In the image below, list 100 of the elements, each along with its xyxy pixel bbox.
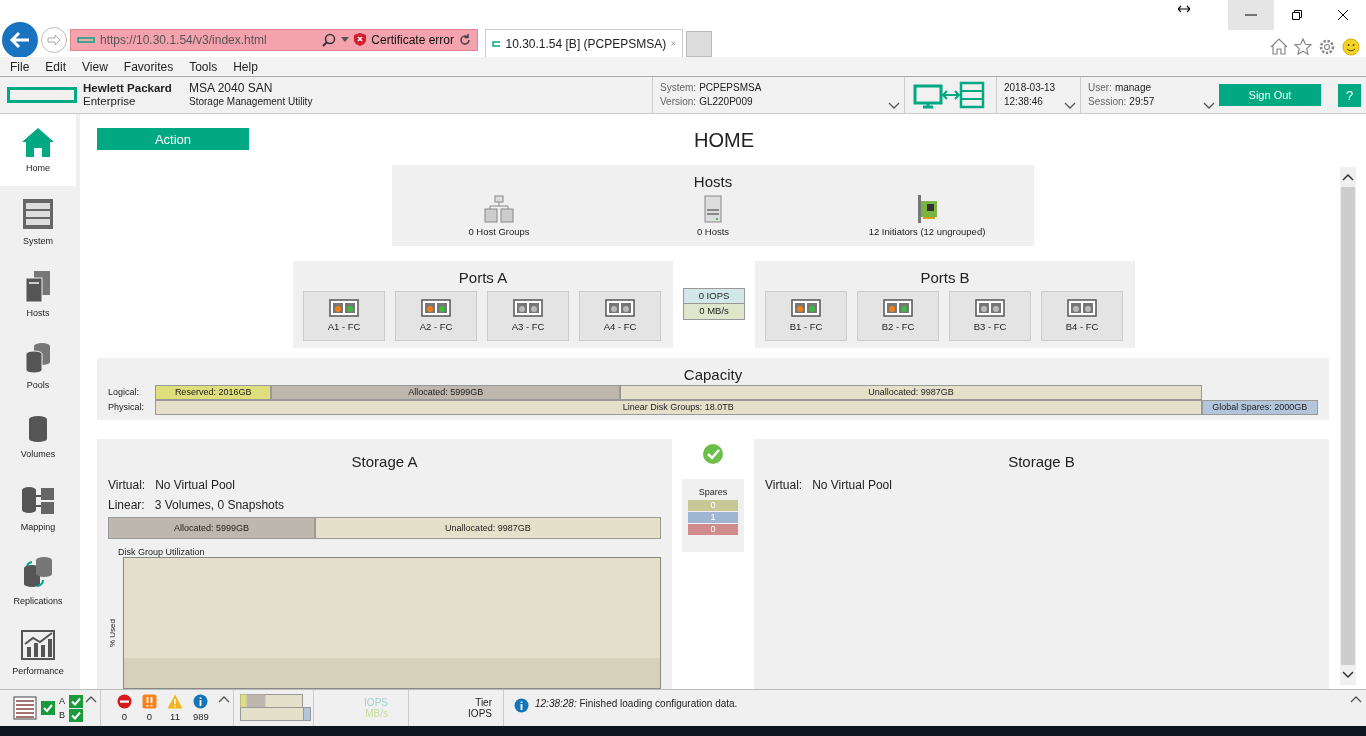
alert-count: 0 bbox=[146, 711, 153, 722]
sidebar-item[interactable]: Home bbox=[0, 114, 76, 186]
port-label: B3 - FC bbox=[973, 321, 1007, 333]
tab-title: 10.30.1.54 [B] (PCPEPSMSA) bbox=[505, 36, 667, 51]
storage-label: Virtual: bbox=[765, 478, 803, 492]
port-label: B4 - FC bbox=[1065, 321, 1099, 333]
sidebar-item[interactable]: Mapping bbox=[0, 473, 76, 546]
port-tile[interactable]: B4 - FC bbox=[1041, 290, 1123, 341]
browser-tab[interactable]: 10.30.1.54 [B] (PCPEPSMSA) bbox=[485, 29, 683, 57]
panel-title: Ports A bbox=[457, 268, 509, 286]
info-icon bbox=[514, 698, 529, 713]
shield-error-icon bbox=[354, 33, 367, 46]
storage-label: Virtual: bbox=[108, 478, 146, 492]
hosts-count[interactable]: 0 Host Groups bbox=[468, 226, 530, 237]
spares-title: Spares bbox=[698, 487, 728, 497]
smiley-icon[interactable] bbox=[1342, 38, 1360, 56]
dropdown-icon[interactable] bbox=[341, 37, 350, 42]
sidebar-item[interactable]: Pools bbox=[0, 329, 76, 402]
panel-title: Hosts bbox=[692, 173, 734, 190]
port-label: B1 - FC bbox=[789, 321, 823, 333]
version-value: GL220P009 bbox=[699, 95, 753, 109]
chevron-down-icon[interactable] bbox=[888, 102, 900, 109]
host-storage-connection-icon bbox=[913, 81, 985, 109]
sidebar-label: Performance bbox=[12, 666, 64, 677]
home-icon bbox=[21, 126, 55, 157]
server-tower-icon bbox=[25, 269, 51, 302]
user-value: manage bbox=[1114, 81, 1152, 95]
hosts-count[interactable]: 12 Initiators (12 ungrouped) bbox=[868, 226, 986, 237]
port-tile[interactable]: B2 - FC bbox=[857, 290, 939, 341]
capacity-mini-drawing[interactable] bbox=[240, 694, 312, 722]
port-tile[interactable]: A2 - FC bbox=[395, 290, 477, 341]
info-icon[interactable] bbox=[193, 694, 209, 709]
session-value: 29:57 bbox=[1129, 95, 1155, 109]
menu-item[interactable]: File bbox=[10, 59, 30, 74]
server-icon[interactable] bbox=[704, 195, 722, 223]
version-label: Version: bbox=[660, 95, 697, 109]
tier-iops-label: IOPS bbox=[468, 708, 492, 719]
capacity-segment[interactable]: Reserved: 2016GB bbox=[155, 384, 272, 400]
panel-title: Storage A bbox=[350, 453, 419, 470]
address-bar[interactable]: https://10.30.1.54/v3/index.html Certificate error bbox=[70, 28, 478, 51]
menu-item[interactable]: Edit bbox=[45, 59, 67, 74]
back-button[interactable] bbox=[2, 21, 38, 58]
tier-label: Tier bbox=[475, 697, 492, 708]
sidebar-item[interactable]: Hosts bbox=[0, 257, 76, 330]
brand-name: Enterprise bbox=[83, 95, 137, 108]
chart-title: Disk Group Utilization bbox=[118, 547, 206, 557]
capacity-segment[interactable]: Allocated: 5999GB bbox=[108, 517, 315, 539]
sidebar-item[interactable]: Volumes bbox=[0, 401, 76, 474]
search-icon[interactable] bbox=[322, 32, 337, 47]
menu-item[interactable]: View bbox=[82, 59, 108, 74]
sidebar-item[interactable]: System bbox=[0, 185, 76, 258]
scroll-up-icon[interactable] bbox=[1342, 173, 1354, 181]
chevron-down-icon[interactable] bbox=[1203, 102, 1215, 109]
port-tile[interactable]: B1 - FC bbox=[765, 290, 847, 341]
sidebar-item[interactable]: Performance bbox=[0, 617, 76, 689]
page-title: HOME bbox=[694, 129, 754, 152]
port-label: A3 - FC bbox=[511, 321, 545, 333]
capacity-segment[interactable]: Unallocated: 9987GB bbox=[620, 384, 1202, 400]
star-icon[interactable] bbox=[1294, 38, 1312, 55]
port-tile[interactable]: A1 - FC bbox=[303, 290, 385, 341]
settings-icon[interactable] bbox=[1318, 38, 1336, 56]
time-text: 12:38:46 bbox=[1004, 95, 1043, 109]
chevron-down-icon[interactable] bbox=[1064, 102, 1076, 109]
system-info-panel[interactable]: System: PCPEPSMSA Version: GL220P009 bbox=[652, 77, 904, 113]
network-card-icon[interactable] bbox=[916, 195, 938, 223]
scroll-down-icon[interactable] bbox=[1342, 671, 1354, 679]
port-tile[interactable]: A3 - FC bbox=[487, 290, 569, 341]
panel-title: Capacity bbox=[682, 365, 744, 383]
enclosure-icon[interactable] bbox=[13, 696, 37, 720]
date-time-panel[interactable]: 2018-03-13 12:38:46 bbox=[996, 77, 1080, 113]
home-icon[interactable] bbox=[1270, 38, 1288, 55]
alert-count: 0 bbox=[121, 711, 128, 722]
capacity-segment[interactable]: Allocated: 5999GB bbox=[271, 384, 621, 400]
sidebar-label: Pools bbox=[26, 379, 50, 390]
menu-item[interactable]: Favorites bbox=[123, 59, 174, 74]
certificate-error-text[interactable]: Certificate error bbox=[371, 32, 454, 47]
chevron-up-icon[interactable] bbox=[85, 696, 97, 703]
logical-label: Logical: bbox=[108, 387, 141, 398]
port-tile[interactable]: B3 - FC bbox=[949, 290, 1031, 341]
scrollbar[interactable] bbox=[1340, 167, 1356, 685]
sidebar-label: Volumes bbox=[20, 449, 56, 460]
capacity-segment[interactable]: Global Spares: 2000GB bbox=[1201, 399, 1318, 415]
hosts-count[interactable]: 0 Hosts bbox=[696, 226, 730, 237]
critical-icon[interactable] bbox=[117, 694, 132, 709]
chevron-up-icon[interactable] bbox=[218, 696, 230, 703]
restore-icon bbox=[1291, 9, 1303, 21]
spares-count: 0 bbox=[688, 500, 738, 511]
server-icon bbox=[22, 197, 54, 230]
capacity-segment[interactable]: Unallocated: 9987GB bbox=[314, 517, 661, 539]
system-value: PCPEPSMSA bbox=[699, 81, 762, 95]
error-icon[interactable] bbox=[142, 694, 157, 709]
menu-item[interactable]: Help bbox=[233, 59, 258, 74]
menu-item[interactable]: Tools bbox=[189, 59, 218, 74]
refresh-icon[interactable] bbox=[459, 33, 471, 46]
port-tile[interactable]: A4 - FC bbox=[579, 290, 661, 341]
spares-count: 0 bbox=[688, 524, 738, 535]
chevron-up-icon[interactable] bbox=[1350, 696, 1362, 703]
panel-title: Storage B bbox=[1007, 453, 1076, 470]
port-label: A4 - FC bbox=[603, 321, 637, 333]
sidebar-item[interactable]: Replications bbox=[0, 545, 76, 618]
